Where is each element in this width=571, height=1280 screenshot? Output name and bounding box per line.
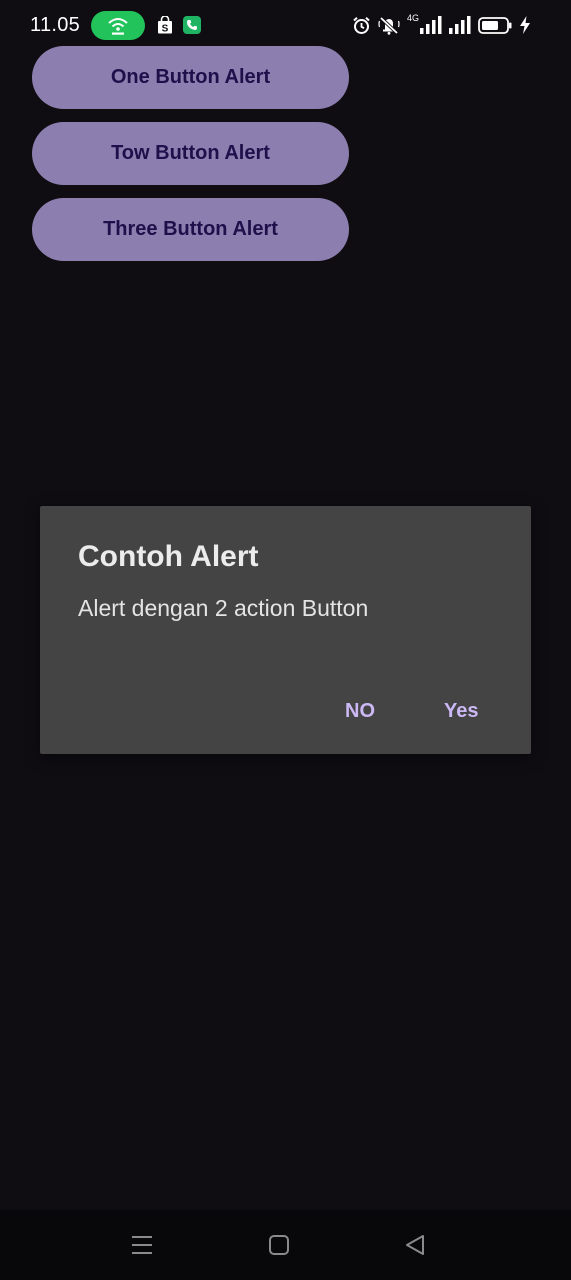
dialog-yes-button[interactable]: Yes	[444, 700, 478, 723]
hotspot-icon	[108, 18, 128, 35]
network-type-label: 4G	[406, 13, 419, 23]
shopping-bag-icon: S	[158, 16, 172, 35]
alert-dialog: Contoh Alert Alert dengan 2 action Butto…	[40, 506, 531, 754]
dialog-message: Alert dengan 2 action Button	[78, 595, 369, 621]
hotspot-indicator[interactable]	[91, 11, 145, 40]
alarm-icon	[353, 16, 370, 34]
one-button-alert-label: One Button Alert	[110, 66, 271, 88]
dialog-title: Contoh Alert	[78, 540, 259, 573]
back-icon[interactable]	[404, 1234, 426, 1256]
call-notification	[183, 16, 201, 34]
battery-icon	[478, 16, 512, 34]
charging-icon	[520, 16, 530, 34]
two-button-alert-button[interactable]: Tow Button Alert	[32, 122, 349, 185]
status-time: 11.05	[30, 14, 81, 36]
three-button-alert-button[interactable]: Three Button Alert	[32, 198, 349, 261]
status-icons: 4G	[352, 13, 531, 36]
call-icon	[187, 20, 197, 30]
menu-icon[interactable]	[131, 1234, 153, 1256]
one-button-alert-button[interactable]: One Button Alert	[32, 46, 349, 109]
mute-icon	[378, 16, 400, 35]
home-icon[interactable]	[268, 1234, 290, 1256]
status-bar: 11.05 S 4G	[0, 0, 571, 50]
three-button-alert-label: Three Button Alert	[103, 218, 278, 240]
signal-icon	[449, 16, 471, 34]
two-button-alert-label: Tow Button Alert	[111, 142, 270, 164]
svg-text:S: S	[162, 24, 169, 35]
signal-icon	[420, 16, 442, 34]
navigation-bar	[0, 1210, 571, 1280]
dialog-no-button[interactable]: NO	[345, 700, 375, 723]
